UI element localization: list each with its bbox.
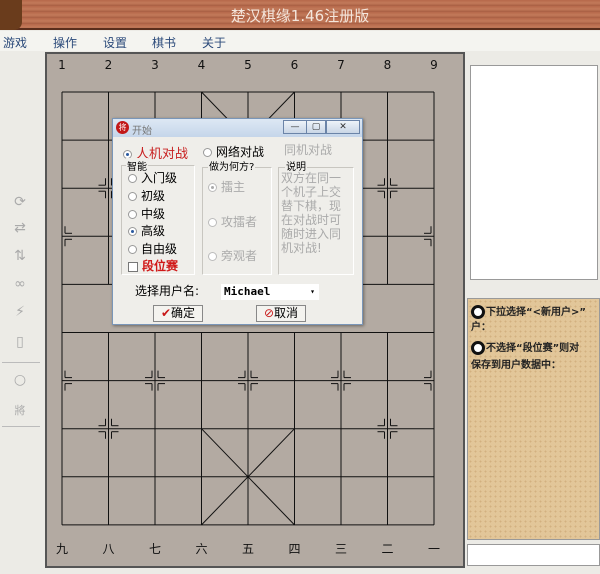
menu-books[interactable]: 棋书 xyxy=(152,34,176,51)
updown-icon[interactable]: ⇅ xyxy=(10,248,30,266)
file-label-bottom: 七 xyxy=(148,542,161,556)
panda-icon xyxy=(471,305,485,319)
file-label-top: 5 xyxy=(244,58,252,72)
file-label-top: 2 xyxy=(104,58,113,72)
file-label-bottom: 二 xyxy=(381,542,394,556)
general-icon: 将 xyxy=(116,121,129,134)
mode-local-label[interactable]: 同机对战 xyxy=(284,141,332,158)
title-bar: 楚汉棋缘1.46注册版 xyxy=(0,0,600,30)
level-radio[interactable]: 初级 xyxy=(128,187,165,204)
message-text: 不选择“段位赛”则对 xyxy=(486,343,580,354)
file-label-top: 8 xyxy=(383,58,392,72)
user-select[interactable]: Michael ▾ xyxy=(221,284,319,300)
side-radio[interactable]: 攻擂者 xyxy=(208,213,257,230)
message-text: 下拉选择“<新用户>” xyxy=(486,307,586,318)
ok-button[interactable]: ✔确定 xyxy=(153,305,203,322)
link-icon[interactable]: ∞ xyxy=(10,276,30,294)
window-title: 楚汉棋缘1.46注册版 xyxy=(230,7,370,25)
file-label-top: 7 xyxy=(337,58,345,72)
level-radio[interactable]: 自由级 xyxy=(128,240,177,257)
circle-icon[interactable]: ○ xyxy=(10,372,30,390)
move-list xyxy=(470,65,598,280)
minimize-button[interactable]: — xyxy=(283,120,307,134)
lightning-icon[interactable]: ⚡ xyxy=(10,304,30,322)
swap-icon[interactable]: ⟳ xyxy=(10,194,30,212)
file-label-top: 3 xyxy=(151,58,159,72)
file-label-top: 4 xyxy=(197,58,206,72)
start-dialog: 将 开始 — ▢ ✕ 人机对战 网络对战 同机对战 智能 入门级 初级 中级 高… xyxy=(112,118,363,325)
file-label-top: 9 xyxy=(430,58,438,72)
file-label-bottom: 四 xyxy=(288,542,301,556)
message-text: 保存到用户数据中： xyxy=(471,360,561,371)
level-radio[interactable]: 中级 xyxy=(128,205,165,222)
file-label-bottom: 三 xyxy=(334,542,347,556)
user-label: 选择用户名: xyxy=(135,284,200,298)
side-radio[interactable]: 擂主 xyxy=(208,178,245,195)
menu-game[interactable]: 游戏 xyxy=(3,34,27,51)
divider xyxy=(2,426,40,427)
file-label-bottom: 八 xyxy=(102,542,115,556)
file-label-top: 1 xyxy=(58,58,66,72)
ranked-checkbox[interactable]: 段位赛 xyxy=(128,257,178,274)
menu-about[interactable]: 关于 xyxy=(202,34,226,51)
divider xyxy=(2,362,40,363)
file-label-bottom: 一 xyxy=(427,542,440,556)
menu-operate[interactable]: 操作 xyxy=(53,34,77,51)
book-icon[interactable]: ▯ xyxy=(10,334,30,352)
file-label-bottom: 五 xyxy=(241,542,254,556)
side-group-label: 做为何方? xyxy=(208,158,256,173)
chat-input[interactable] xyxy=(467,544,600,566)
check-icon: ✔ xyxy=(160,306,172,320)
general-icon[interactable]: 將 xyxy=(10,402,30,420)
description-text: 双方在同一个机子上交替下棋，现在对战时可随时进入同机对战! xyxy=(281,171,342,255)
menu-settings[interactable]: 设置 xyxy=(103,34,127,51)
maximize-button[interactable]: ▢ xyxy=(306,120,326,134)
cancel-button[interactable]: ⊘取消 xyxy=(256,305,306,322)
level-radio[interactable]: 入门级 xyxy=(128,169,177,186)
cancel-icon: ⊘ xyxy=(263,306,275,320)
exchange-icon[interactable]: ⇄ xyxy=(10,220,30,238)
dialog-title: 开始 xyxy=(132,126,152,137)
message-text: 户： xyxy=(471,322,491,333)
level-radio-selected[interactable]: 高级 xyxy=(128,222,165,239)
message-area: 下拉选择“<新用户>” 户： 不选择“段位赛”则对 保存到用户数据中： xyxy=(467,298,600,540)
side-radio[interactable]: 旁观者 xyxy=(208,247,257,264)
file-label-bottom: 六 xyxy=(195,542,208,556)
left-toolbar: ⟳ ⇄ ⇅ ∞ ⚡ ▯ ○ 將 xyxy=(0,52,42,574)
panda-icon xyxy=(471,341,485,355)
file-label-bottom: 九 xyxy=(55,542,68,556)
right-panel: 下拉选择“<新用户>” 户： 不选择“段位赛”则对 保存到用户数据中： xyxy=(467,52,600,574)
close-button[interactable]: ✕ xyxy=(326,120,360,134)
file-label-top: 6 xyxy=(290,58,299,72)
dialog-title-bar: 将 开始 — ▢ ✕ xyxy=(113,119,362,137)
menu-bar: 游戏 操作 设置 棋书 关于 xyxy=(0,31,600,51)
